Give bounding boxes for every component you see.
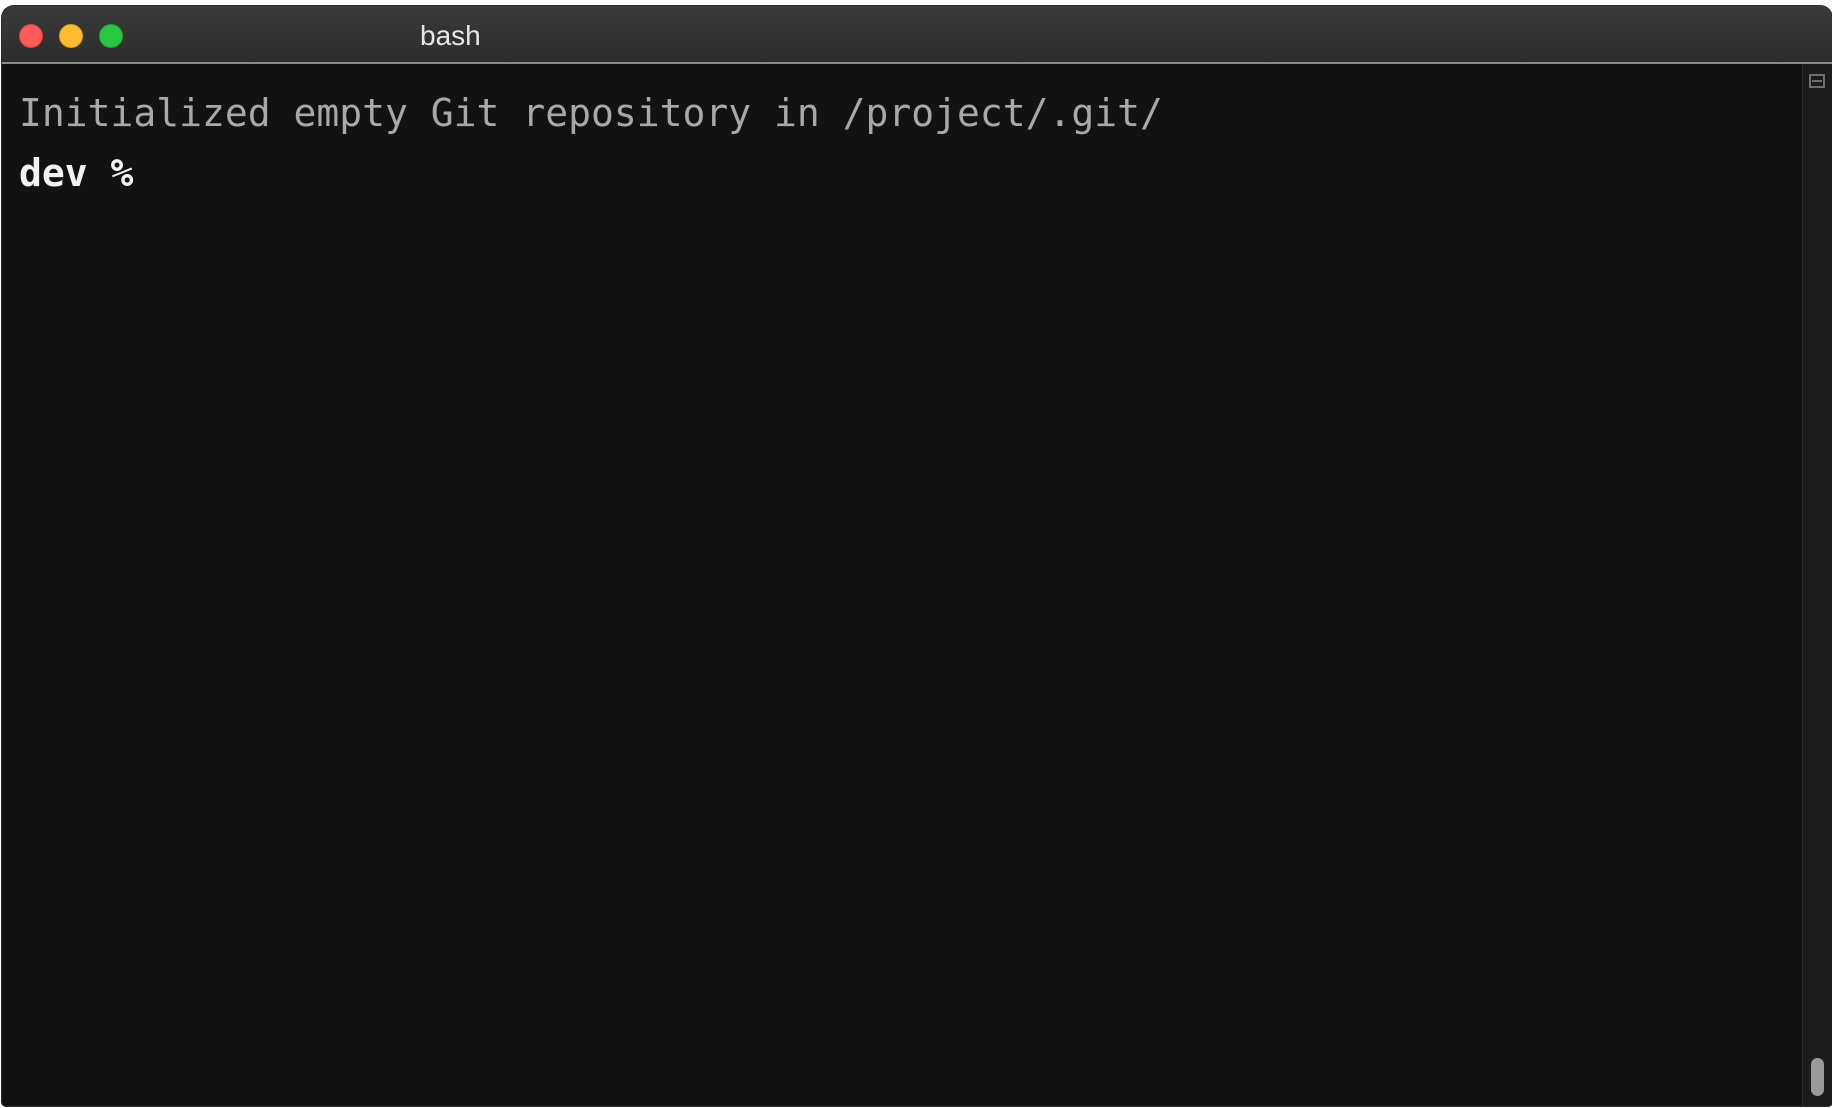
terminal-output-area[interactable]: Initialized empty Git repository in /pro… <box>2 64 1802 1106</box>
git-init-output-line: Initialized empty Git repository in /pro… <box>19 91 1163 135</box>
terminal-window: bash Initialized empty Git repository in… <box>2 6 1832 1106</box>
scroll-thumb[interactable] <box>1811 1058 1824 1096</box>
title-bar[interactable]: bash <box>2 6 1832 64</box>
minimize-window-button[interactable] <box>59 24 83 48</box>
close-window-button[interactable] <box>19 24 43 48</box>
window-title: bash <box>420 20 481 51</box>
shell-prompt: dev % <box>19 151 134 195</box>
split-pane-icon[interactable] <box>1809 74 1825 88</box>
vertical-scrollbar[interactable] <box>1802 64 1832 1106</box>
maximize-window-button[interactable] <box>99 24 123 48</box>
